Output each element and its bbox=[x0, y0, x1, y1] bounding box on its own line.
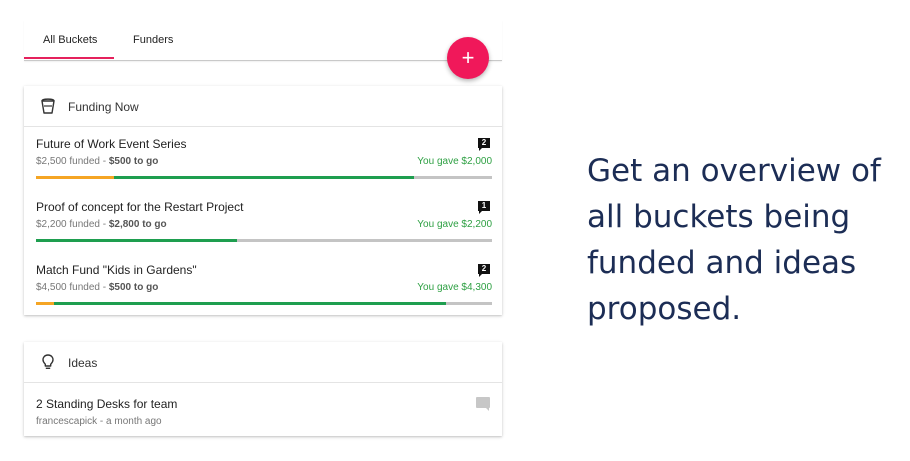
meta-separator: - bbox=[99, 282, 109, 293]
bucket-funding-status: $4,500 funded - $500 to go bbox=[36, 282, 158, 293]
idea-item[interactable]: 2 Standing Desks for team francescapick … bbox=[24, 383, 502, 445]
ideas-card: Ideas 2 Standing Desks for team francesc… bbox=[24, 342, 502, 436]
bucket-title: Future of Work Event Series bbox=[36, 137, 187, 151]
funding-now-header: Funding Now bbox=[24, 86, 502, 127]
funding-now-title: Funding Now bbox=[68, 100, 139, 114]
funded-amount: $4,500 funded bbox=[36, 282, 100, 293]
progress-you-segment bbox=[36, 239, 237, 242]
lightbulb-icon bbox=[42, 354, 54, 369]
add-bucket-button[interactable]: + bbox=[447, 37, 489, 79]
ideas-header: Ideas bbox=[24, 342, 502, 383]
progress-others-segment bbox=[36, 302, 55, 305]
remaining-amount: $500 to go bbox=[108, 156, 159, 167]
you-gave-amount: You gave $2,000 bbox=[417, 156, 492, 167]
bucket-icon bbox=[41, 98, 55, 114]
tab-funders[interactable]: Funders bbox=[133, 34, 173, 46]
bucket-item[interactable]: Proof of concept for the Restart Project… bbox=[24, 190, 502, 252]
bucket-funding-status: $2,200 funded - $2,800 to go bbox=[36, 219, 167, 230]
progress-others-segment bbox=[36, 176, 114, 179]
meta-separator: - bbox=[99, 219, 109, 230]
you-gave-amount: You gave $4,300 bbox=[417, 282, 492, 293]
idea-meta: francescapick - a month ago bbox=[36, 416, 162, 427]
progress-you-segment bbox=[113, 176, 415, 179]
progress-you-segment bbox=[54, 302, 447, 305]
comment-count-icon: 1 bbox=[478, 201, 490, 214]
bucket-item[interactable]: Match Fund "Kids in Gardens" $4,500 fund… bbox=[24, 253, 502, 315]
remaining-amount: $2,800 to go bbox=[108, 219, 167, 230]
bucket-title: Proof of concept for the Restart Project bbox=[36, 200, 244, 214]
active-tab-indicator bbox=[24, 57, 114, 59]
remaining-amount: $500 to go bbox=[108, 282, 159, 293]
funding-progress-bar bbox=[36, 239, 492, 242]
comment-count-icon: 2 bbox=[478, 138, 490, 151]
funded-amount: $2,200 funded bbox=[36, 219, 100, 230]
caption-line: Get an overview of bbox=[587, 153, 881, 189]
tab-bar: All Buckets Funders bbox=[24, 20, 502, 61]
bucket-funding-status: $2,500 funded - $500 to go bbox=[36, 156, 158, 167]
funding-progress-bar bbox=[36, 176, 492, 179]
you-gave-amount: You gave $2,200 bbox=[417, 219, 492, 230]
bucket-title: Match Fund "Kids in Gardens" bbox=[36, 263, 197, 277]
caption-line: proposed. bbox=[587, 291, 742, 327]
idea-title: 2 Standing Desks for team bbox=[36, 397, 178, 411]
comment-icon bbox=[476, 397, 490, 411]
feature-caption: Get an overview of all buckets being fun… bbox=[587, 148, 897, 332]
funding-progress-bar bbox=[36, 302, 492, 305]
buckets-panel: All Buckets Funders + Funding Now Future… bbox=[24, 20, 502, 436]
comment-count-icon: 2 bbox=[478, 264, 490, 277]
meta-separator: - bbox=[99, 156, 109, 167]
funded-amount: $2,500 funded bbox=[36, 156, 100, 167]
caption-line: funded and ideas bbox=[587, 245, 857, 281]
bucket-item[interactable]: Future of Work Event Series $2,500 funde… bbox=[24, 127, 502, 189]
caption-line: all buckets being bbox=[587, 199, 851, 235]
tab-all-buckets[interactable]: All Buckets bbox=[43, 34, 97, 46]
ideas-title: Ideas bbox=[68, 356, 98, 370]
funding-now-card: Funding Now Future of Work Event Series … bbox=[24, 86, 502, 315]
